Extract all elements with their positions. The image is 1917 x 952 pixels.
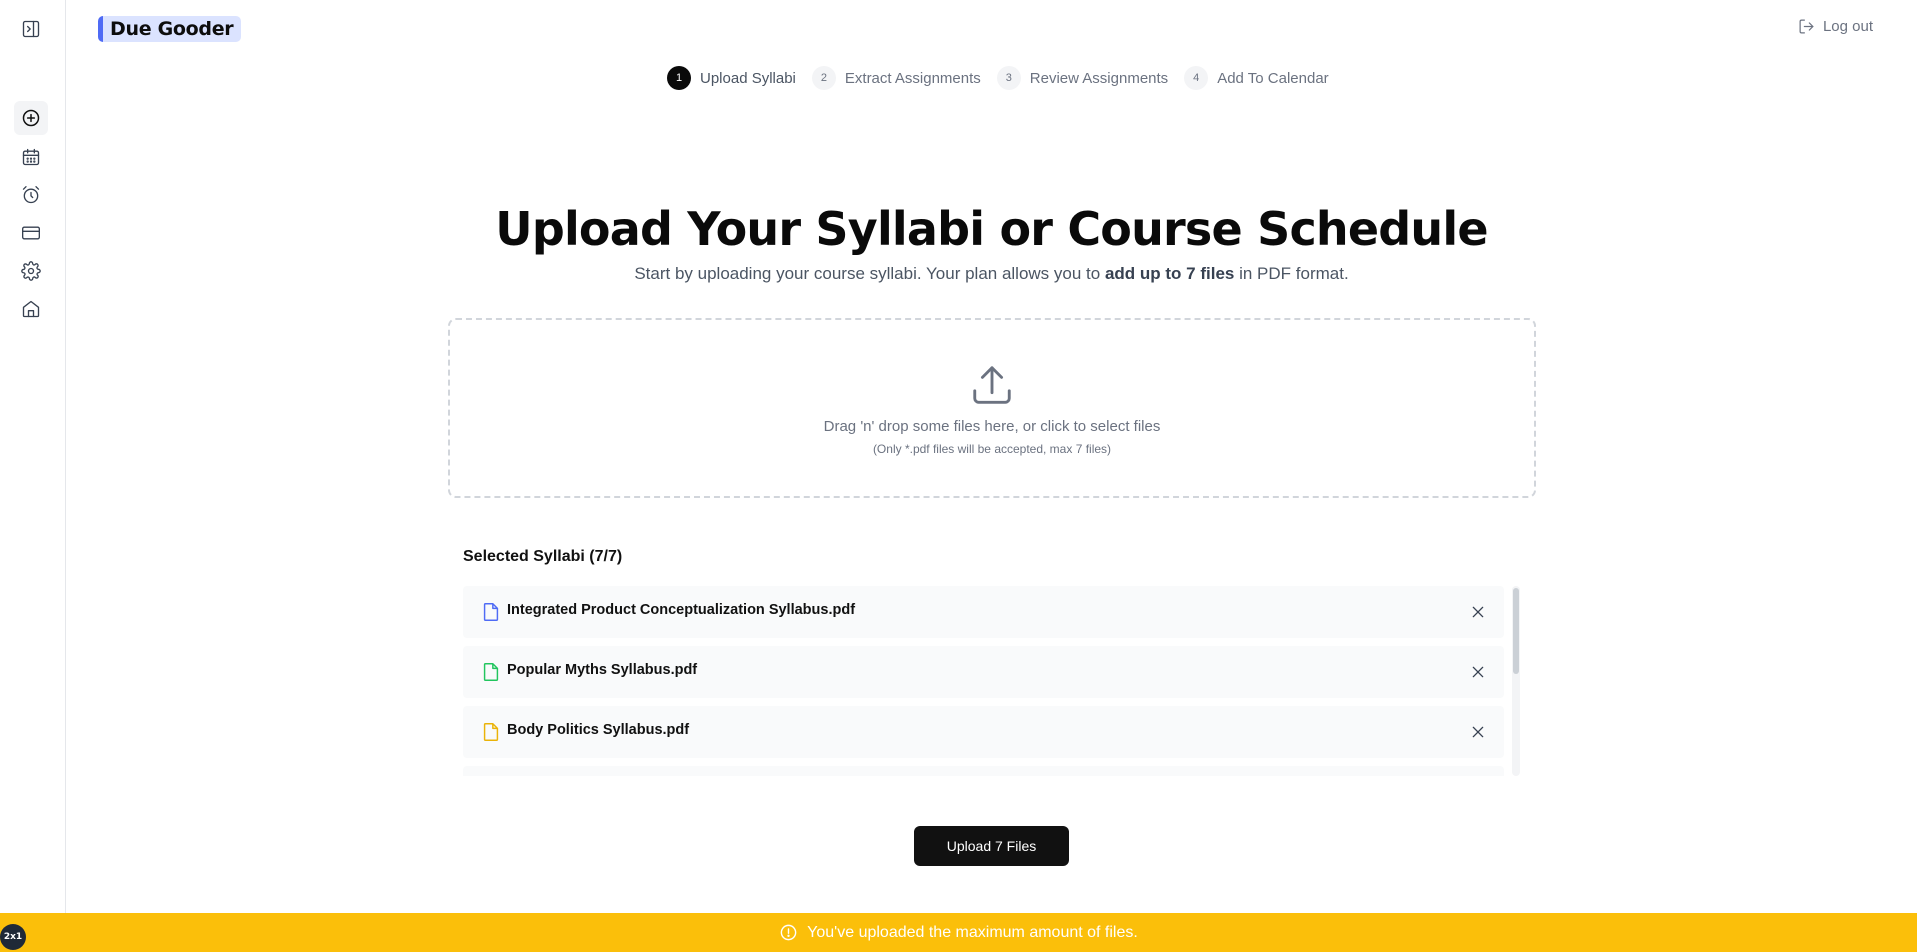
close-icon — [1472, 606, 1484, 618]
remove-file-button[interactable] — [1466, 720, 1490, 744]
file-icon — [483, 723, 499, 741]
upload-files-button[interactable]: Upload 7 Files — [914, 826, 1069, 866]
step-extract-assignments[interactable]: 2 Extract Assignments — [811, 66, 981, 90]
file-row: Body Politics Syllabus.pdf — [463, 706, 1504, 758]
sidebar-item-home[interactable] — [14, 292, 48, 326]
step-review-assignments[interactable]: 3 Review Assignments — [996, 66, 1169, 90]
file-name: Body Politics Syllabus.pdf — [507, 722, 690, 738]
step-number: 1 — [667, 66, 691, 90]
logout-icon — [1799, 19, 1814, 34]
page-title: Upload Your Syllabi or Course Schedule — [495, 202, 1488, 256]
step-number: 2 — [811, 66, 836, 90]
logout-label: Log out — [1822, 18, 1873, 35]
file-row: Integrated Product Conceptualization Syl… — [463, 586, 1504, 638]
sidebar-toggle-button[interactable] — [14, 12, 48, 46]
file-row: Popular Myths Syllabus.pdf — [463, 646, 1504, 698]
max-files-banner: You've uploaded the maximum amount of fi… — [0, 913, 1917, 952]
logout-button[interactable]: Log out — [1798, 18, 1873, 35]
sidebar-item-calendar[interactable] — [14, 140, 48, 174]
file-dropzone[interactable]: Drag 'n' drop some files here, or click … — [448, 318, 1536, 498]
close-icon — [1472, 666, 1484, 678]
zoom-badge[interactable]: 2x1 — [0, 924, 26, 950]
step-number: 3 — [996, 66, 1021, 90]
sidebar-toggle-icon — [22, 20, 40, 38]
remove-file-button[interactable] — [1466, 660, 1490, 684]
file-name: Integrated Product Conceptualization Syl… — [507, 602, 856, 618]
upload-icon — [973, 366, 1011, 404]
step-label: Add To Calendar — [1217, 69, 1329, 87]
file-name: Popular Myths Syllabus.pdf — [507, 662, 698, 678]
home-icon — [22, 300, 40, 318]
subtitle-text-end: in PDF format. — [1234, 264, 1349, 283]
sidebar-item-new-upload[interactable] — [14, 101, 48, 135]
subtitle-file-limit: add up to 7 files — [1104, 264, 1235, 283]
file-row — [463, 766, 1504, 776]
dropzone-instructions: Drag 'n' drop some files here, or click … — [823, 418, 1161, 435]
progress-stepper: 1 Upload Syllabi 2 Extract Assignments 3… — [667, 66, 1345, 90]
dropzone-hint: (Only *.pdf files will be accepted, max … — [872, 442, 1112, 456]
calendar-icon — [22, 148, 40, 166]
app-title: Due Gooder — [110, 18, 234, 40]
sidebar — [0, 0, 66, 952]
file-icon — [483, 663, 499, 681]
banner-message: You've uploaded the maximum amount of fi… — [807, 923, 1138, 941]
file-icon — [483, 603, 499, 621]
step-label: Review Assignments — [1029, 69, 1169, 87]
plus-circle-icon — [22, 109, 40, 127]
close-icon — [1472, 726, 1484, 738]
page-subtitle: Start by uploading your course syllabi. … — [0, 264, 1917, 284]
remove-file-button[interactable] — [1466, 600, 1490, 624]
step-upload-syllabi[interactable]: 1 Upload Syllabi — [667, 66, 796, 90]
selected-syllabi-title: Selected Syllabi (7/7) — [463, 548, 623, 565]
alert-circle-icon — [780, 924, 797, 941]
file-list-scroll-thumb[interactable] — [1513, 588, 1519, 674]
step-label: Upload Syllabi — [700, 69, 796, 87]
app-logo[interactable]: Due Gooder — [98, 16, 242, 42]
subtitle-text-start: Start by uploading your course syllabi. … — [634, 264, 1105, 283]
step-add-to-calendar[interactable]: 4 Add To Calendar — [1184, 66, 1329, 90]
selected-file-list[interactable]: Integrated Product Conceptualization Syl… — [463, 586, 1521, 776]
step-number: 4 — [1184, 66, 1209, 90]
step-label: Extract Assignments — [844, 69, 981, 87]
